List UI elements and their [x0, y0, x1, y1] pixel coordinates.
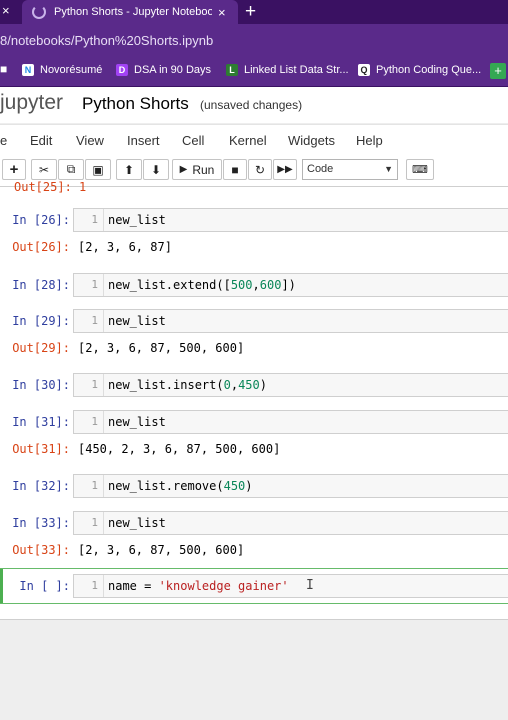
output-prompt: Out[33]: — [12, 543, 70, 557]
code-cell[interactable]: 1 new_list — [73, 511, 508, 535]
loading-spinner-icon — [32, 5, 46, 19]
bookmark-novoresume[interactable]: N Novorésumé — [22, 64, 102, 76]
paste-icon[interactable]: ▣ — [85, 159, 111, 180]
menu-insert[interactable]: Insert — [127, 133, 160, 148]
tab-title: Python Shorts - Jupyter Noteboo — [54, 6, 212, 18]
menu-edit[interactable]: Edit — [30, 133, 52, 148]
output-prompt: Out[29]: — [12, 341, 70, 355]
scissors-icon[interactable]: ✂ — [31, 159, 57, 180]
menu-widgets[interactable]: Widgets — [288, 133, 335, 148]
close-tab-icon[interactable]: × — [218, 5, 226, 20]
menu-cell[interactable]: Cell — [182, 133, 204, 148]
line-number: 1 — [74, 411, 104, 433]
keyboard-icon[interactable]: ⌨ — [406, 159, 434, 180]
notebook-container: Out[25]: 1 In [26]: 1 new_list Out[26]: … — [0, 180, 508, 620]
play-icon: ▶ — [179, 164, 188, 175]
bookmark-label: Linked List Data Str... — [244, 64, 349, 76]
code-cell-active[interactable]: 1 name = 'knowledge gainer' — [73, 574, 508, 598]
output-text: [450, 2, 3, 6, 87, 500, 600] — [78, 442, 281, 456]
code-cell[interactable]: 1 new_list — [73, 410, 508, 434]
arrow-down-icon[interactable]: ⬇ — [143, 159, 169, 180]
jupyter-logo[interactable]: jupyter — [0, 91, 63, 115]
notebook-title[interactable]: Python Shorts — [82, 94, 189, 114]
cell-type-value: Code — [307, 163, 334, 175]
close-tab-icon[interactable]: × — [2, 3, 10, 18]
browser-tab-active[interactable]: Python Shorts - Jupyter Noteboo × — [22, 0, 238, 24]
fast-forward-icon[interactable]: ▶▶ — [273, 159, 297, 180]
cell-type-select[interactable]: Code ▼ — [302, 159, 398, 180]
linked-list-icon: L — [226, 64, 238, 76]
menu-file[interactable]: e — [0, 133, 7, 148]
code-cell[interactable]: 1 new_list — [73, 208, 508, 232]
code-text[interactable]: new_list.remove(450) — [108, 475, 253, 497]
line-number: 1 — [74, 310, 104, 332]
code-text[interactable]: new_list.extend([500,600]) — [108, 274, 296, 296]
line-number: 1 — [74, 575, 104, 597]
bookmark-label: DSA in 90 Days — [134, 64, 212, 76]
bookmark-label: Novorésumé — [40, 64, 103, 76]
input-prompt: In [29]: — [12, 314, 70, 328]
line-number: 1 — [74, 475, 104, 497]
line-number: 1 — [74, 209, 104, 231]
input-prompt: In [30]: — [12, 378, 70, 392]
run-button[interactable]: ▶ Run — [172, 159, 222, 180]
code-text[interactable]: new_list — [108, 512, 166, 534]
novoresume-icon: N — [22, 64, 34, 76]
sheets-icon[interactable]: + — [490, 63, 506, 79]
bookmark-python-coding[interactable]: Q Python Coding Que... — [358, 64, 481, 76]
restart-icon[interactable]: ↻ — [248, 159, 272, 180]
copy-icon[interactable]: ⧉ — [58, 159, 84, 180]
arrow-up-icon[interactable]: ⬆ — [116, 159, 142, 180]
input-prompt: In [28]: — [12, 278, 70, 292]
browser-tab-bar: × Python Shorts - Jupyter Noteboo × + — [0, 0, 508, 24]
input-prompt: In [ ]: — [19, 579, 70, 593]
menu-kernel[interactable]: Kernel — [229, 133, 267, 148]
code-cell[interactable]: 1 new_list.extend([500,600]) — [73, 273, 508, 297]
code-text[interactable]: new_list — [108, 411, 166, 433]
output-prompt: Out[26]: — [12, 240, 70, 254]
line-number: 1 — [74, 512, 104, 534]
menu-bar: e Edit View Insert Cell Kernel Widgets H… — [0, 124, 508, 156]
code-text[interactable]: new_list — [108, 310, 166, 332]
code-cell[interactable]: 1 new_list.remove(450) — [73, 474, 508, 498]
code-cell[interactable]: 1 new_list.insert(0,450) — [73, 373, 508, 397]
code-text[interactable]: new_list — [108, 209, 166, 231]
bookmark-dsa[interactable]: D DSA in 90 Days — [116, 64, 211, 76]
new-tab-button[interactable]: + — [245, 0, 256, 24]
text-cursor-icon: I — [306, 578, 314, 593]
menu-help[interactable]: Help — [356, 133, 383, 148]
line-number: 1 — [74, 274, 104, 296]
input-prompt: In [31]: — [12, 415, 70, 429]
output-text: [2, 3, 6, 87, 500, 600] — [78, 341, 245, 355]
bookmark-label: Python Coding Que... — [376, 64, 482, 76]
output-text: [2, 3, 6, 87] — [78, 240, 172, 254]
python-coding-icon: Q — [358, 64, 370, 76]
run-label: Run — [192, 162, 215, 177]
address-bar[interactable]: 8/notebooks/Python%20Shorts.ipynb — [0, 24, 508, 56]
code-cell[interactable]: 1 new_list — [73, 309, 508, 333]
output-text: [2, 3, 6, 87, 500, 600] — [78, 543, 245, 557]
code-text[interactable]: new_list.insert(0,450) — [108, 374, 267, 396]
stop-icon[interactable]: ■ — [223, 159, 247, 180]
save-status: (unsaved changes) — [200, 98, 303, 112]
bookmark-linked-list[interactable]: L Linked List Data Str... — [226, 64, 349, 76]
code-text-active[interactable]: name = 'knowledge gainer' — [108, 575, 289, 597]
bookmarks-bar: ■ N Novorésumé D DSA in 90 Days L Linked… — [0, 56, 508, 87]
input-prompt: In [26]: — [12, 213, 70, 227]
chevron-down-icon: ▼ — [384, 164, 393, 174]
input-prompt: In [32]: — [12, 479, 70, 493]
dsa-icon: D — [116, 64, 128, 76]
bookmark-overflow-icon[interactable]: ■ — [0, 62, 7, 76]
menu-view[interactable]: View — [76, 133, 104, 148]
output-prompt: Out[31]: — [12, 442, 70, 456]
line-number: 1 — [74, 374, 104, 396]
clipped-output: Out[25]: 1 — [14, 180, 87, 194]
url-text[interactable]: 8/notebooks/Python%20Shorts.ipynb — [0, 33, 213, 48]
input-prompt: In [33]: — [12, 516, 70, 530]
jupyter-header: jupyter Python Shorts (unsaved changes) — [0, 87, 508, 123]
plus-icon[interactable]: + — [2, 159, 26, 180]
